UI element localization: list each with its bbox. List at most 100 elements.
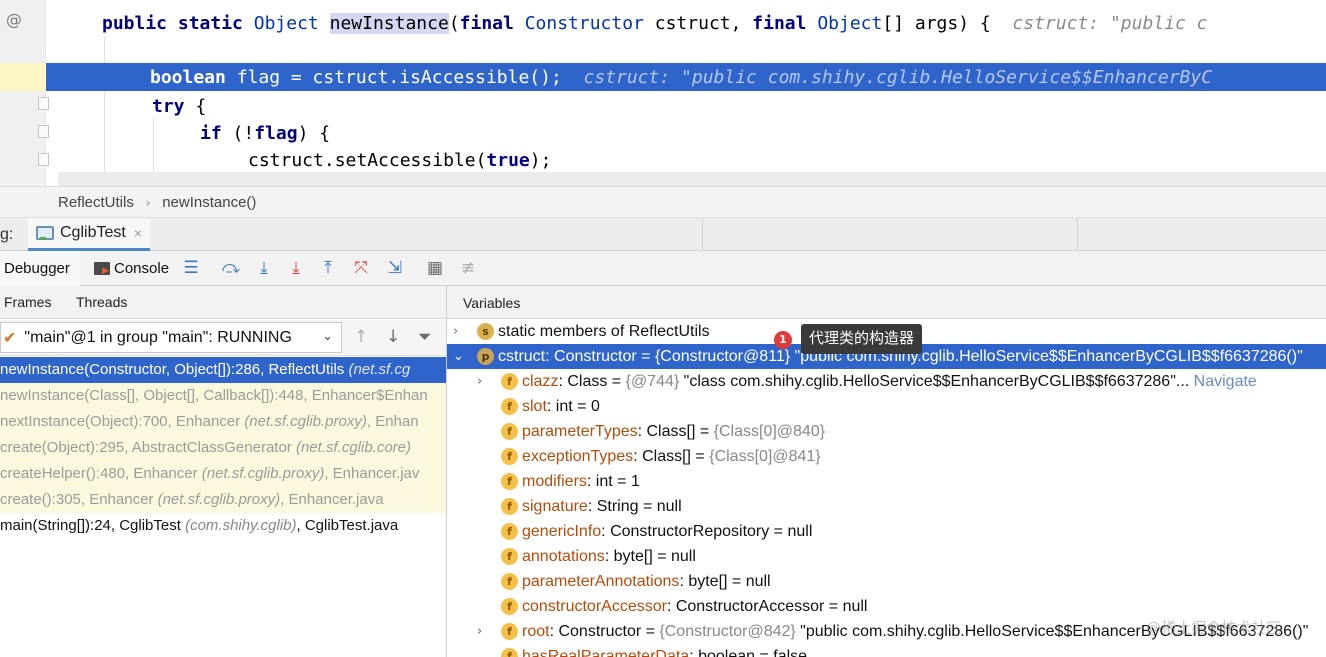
code-line-2[interactable]: boolean flag = cstruct.isAccessible(); c… [150,64,1212,91]
variable-row[interactable]: f exceptionTypes: Class[] = {Class[0]@841… [447,444,1326,469]
variable-row[interactable]: f hasRealParameterData: boolean = false [447,644,1326,657]
step-into-icon[interactable]: ⤓ [253,257,275,279]
variable-row[interactable]: › f clazz: Class = {@744} "class com.shihy… [447,369,1326,394]
evaluate-icon[interactable]: ▦ [424,257,446,279]
variable-type: : Class[] [637,423,696,440]
code-line-1[interactable]: public static Object newInstance(final C… [102,10,1208,37]
field-icon: f [501,523,518,540]
variable-row[interactable]: f genericInfo: ConstructorRepository = nu… [447,519,1326,544]
code-line-3[interactable]: try { [152,93,206,120]
equals-sign: = [727,573,746,590]
field-icon: f [501,623,518,640]
menu-icon[interactable]: ☰ [180,257,202,279]
equals-sign: = [607,373,626,390]
variable-row[interactable]: f constructorAccessor: ConstructorAccesso… [447,594,1326,619]
close-icon[interactable]: × [134,225,142,241]
method-name[interactable]: newInstance [329,13,449,34]
expand-icon[interactable]: › [453,319,458,344]
frame-row[interactable]: createHelper():480, Enhancer (net.sf.cgl… [0,461,446,487]
equals-sign: = [638,498,657,515]
variable-row[interactable]: f modifiers: int = 1 [447,469,1326,494]
frames-list: newInstance(Constructor, Object[]):286, … [0,357,446,539]
variable-name: clazz [522,373,559,390]
frame-row[interactable]: newInstance(Class[], Object[], Callback[… [0,383,446,409]
step-over-icon[interactable]: ⤼ [220,257,242,279]
indent-guide [104,36,105,186]
previous-frame-icon[interactable]: ↑ [354,327,368,347]
field-icon: f [501,448,518,465]
current-execution-line[interactable]: boolean flag = cstruct.isAccessible(); c… [0,63,1326,91]
thread-selector[interactable]: ✔ "main"@1 in group "main": RUNNING ⌄ [0,322,342,353]
force-step-into-icon[interactable]: ⤓ [285,257,307,279]
chevron-down-icon: ⌄ [322,329,333,344]
expand-icon[interactable]: › [477,369,482,394]
variable-type: : int [546,398,573,415]
annotation-tooltip: 代理类的构造器 [801,324,923,354]
object-ref: {@744} [625,373,680,390]
field-icon: f [501,648,518,657]
breadcrumb-item-class[interactable]: ReflectUtils [58,194,134,211]
navigate-link[interactable]: Navigate [1189,373,1257,390]
drop-frame-icon[interactable]: ⤧ [350,257,372,279]
tab-threads[interactable]: Threads [76,294,127,310]
fold-marker-icon[interactable] [38,125,49,138]
variable-row[interactable]: f annotations: byte[] = null [447,544,1326,569]
annotation-badge: 1 [774,331,792,349]
variable-type: : Class [558,373,608,390]
step-out-icon[interactable]: ⤒ [317,257,339,279]
variable-row[interactable]: f parameterTypes: Class[] = {Class[0]@840… [447,419,1326,444]
frame-row[interactable]: newInstance(Constructor, Object[]):286, … [0,357,446,383]
variable-type: : Class[] [633,448,691,465]
equals-sign: = [824,598,843,615]
field-icon: f [501,548,518,565]
run-to-cursor-icon[interactable]: ⇲ [384,257,406,279]
tab-frames[interactable]: Frames [4,294,51,310]
divider [1077,218,1078,251]
variable-value: null [745,573,771,590]
variable-name: signature [522,498,588,515]
inline-value-hint: cstruct: "public com.shihy.cglib.HelloSe… [583,67,1213,88]
tab-console[interactable]: Console [94,251,169,286]
frame-row[interactable]: create(Object):295, AbstractClassGenerat… [0,435,446,461]
fold-marker-icon[interactable] [38,153,49,166]
trace-icon[interactable]: ≢ [457,257,479,279]
variable-row[interactable]: f signature: String = null [447,494,1326,519]
variables-header: Variables [447,286,1326,319]
variable-name: annotations [522,548,605,565]
code-line-4[interactable]: if (!flag) { [200,120,330,147]
expand-icon[interactable]: › [477,619,482,644]
code-line-5[interactable]: cstruct.setAccessible(true); [248,147,551,174]
field-icon: f [501,423,518,440]
equals-sign: = [769,523,788,540]
editor-gutter[interactable]: @ [0,0,49,186]
static-icon: s [477,323,494,340]
variable-row[interactable]: f parameterAnnotations: byte[] = null [447,569,1326,594]
tab-debugger[interactable]: Debugger [0,251,80,286]
fold-marker-icon[interactable] [38,97,49,110]
field-icon: f [501,398,518,415]
breadcrumb-item-method[interactable]: newInstance() [162,194,256,211]
variable-name: parameterTypes [522,423,638,440]
variable-name: exceptionTypes [522,448,634,465]
breadcrumb-separator: › [145,194,151,210]
variable-value: null [656,498,682,515]
next-frame-icon[interactable]: ↓ [386,327,400,347]
frame-row[interactable]: create():305, Enhancer (net.sf.cglib.pro… [0,487,446,513]
frame-row[interactable]: nextInstance(Object):700, Enhancer (net.… [0,409,446,435]
variable-name: cstruct [498,348,546,365]
filter-icon[interactable]: ⏷ [418,327,432,347]
horizontal-scrollbar[interactable] [58,172,1326,186]
frame-row[interactable]: main(String[]):24, CglibTest (com.shihy.… [0,513,446,539]
collapse-icon[interactable]: ⌄ [453,344,464,369]
variables-tree: › s static members of ReflectUtils ⌄ p cstruc… [447,319,1326,657]
variable-name: genericInfo [522,523,602,540]
override-marker-icon[interactable]: @ [6,10,22,29]
divider [702,218,703,251]
variable-row[interactable]: f slot: int = 0 [447,394,1326,419]
session-tab-label: CglibTest [60,224,126,241]
run-config-icon [36,226,54,240]
field-icon: f [501,573,518,590]
code-editor[interactable]: @ public static Object newInstance(final… [0,0,1326,186]
tab-cglibtest[interactable]: CglibTest × [28,218,150,251]
variable-type: : byte[] [679,573,728,590]
